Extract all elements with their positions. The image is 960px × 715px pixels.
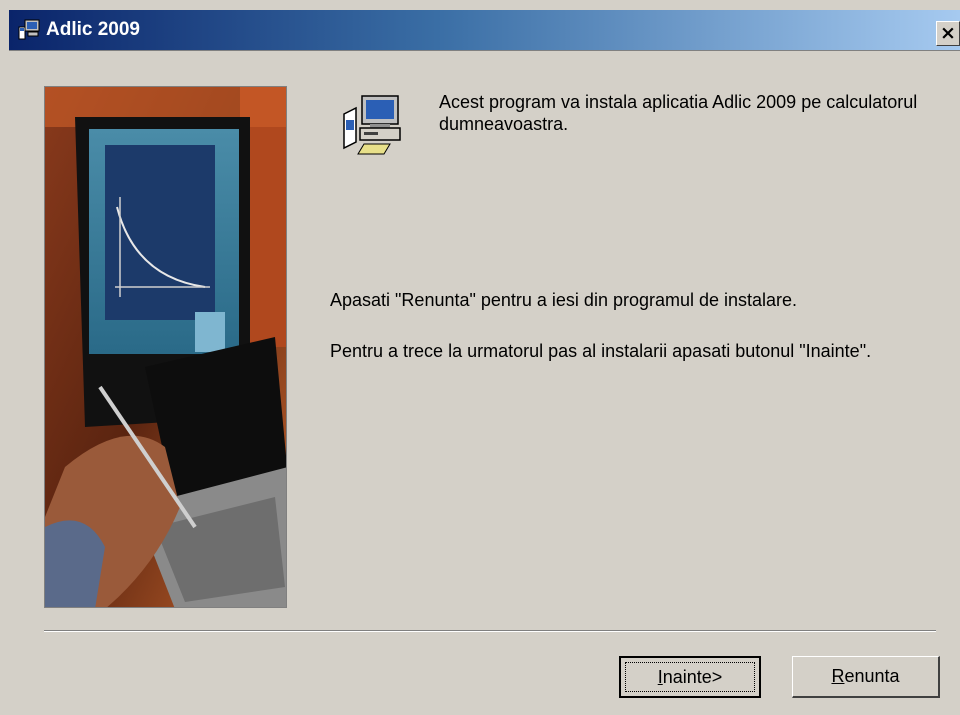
close-icon: × — [940, 22, 956, 44]
cancel-button[interactable]: Renunta — [792, 656, 940, 698]
tablet-computer-photo — [45, 87, 286, 607]
cancel-hint-text: Apasati "Renunta" pentru a iesi din prog… — [330, 290, 798, 310]
separator — [44, 630, 936, 632]
intro-text: Acest program va instala aplicatia Adlic… — [439, 92, 918, 134]
window-title: Adlic 2009 — [46, 19, 140, 40]
side-image — [44, 86, 287, 608]
setup-computer-icon — [343, 95, 401, 155]
next-button[interactable]: Inainte> — [619, 656, 761, 698]
title-bar[interactable]: Adlic 2009 × — [9, 10, 960, 51]
next-hint-text: Pentru a trece la urmatorul pas al insta… — [330, 341, 872, 361]
installer-computer-icon — [18, 19, 40, 40]
close-button[interactable]: × — [936, 21, 960, 46]
focus-rect — [625, 662, 755, 692]
cancel-button-label: Renunta — [831, 666, 900, 686]
